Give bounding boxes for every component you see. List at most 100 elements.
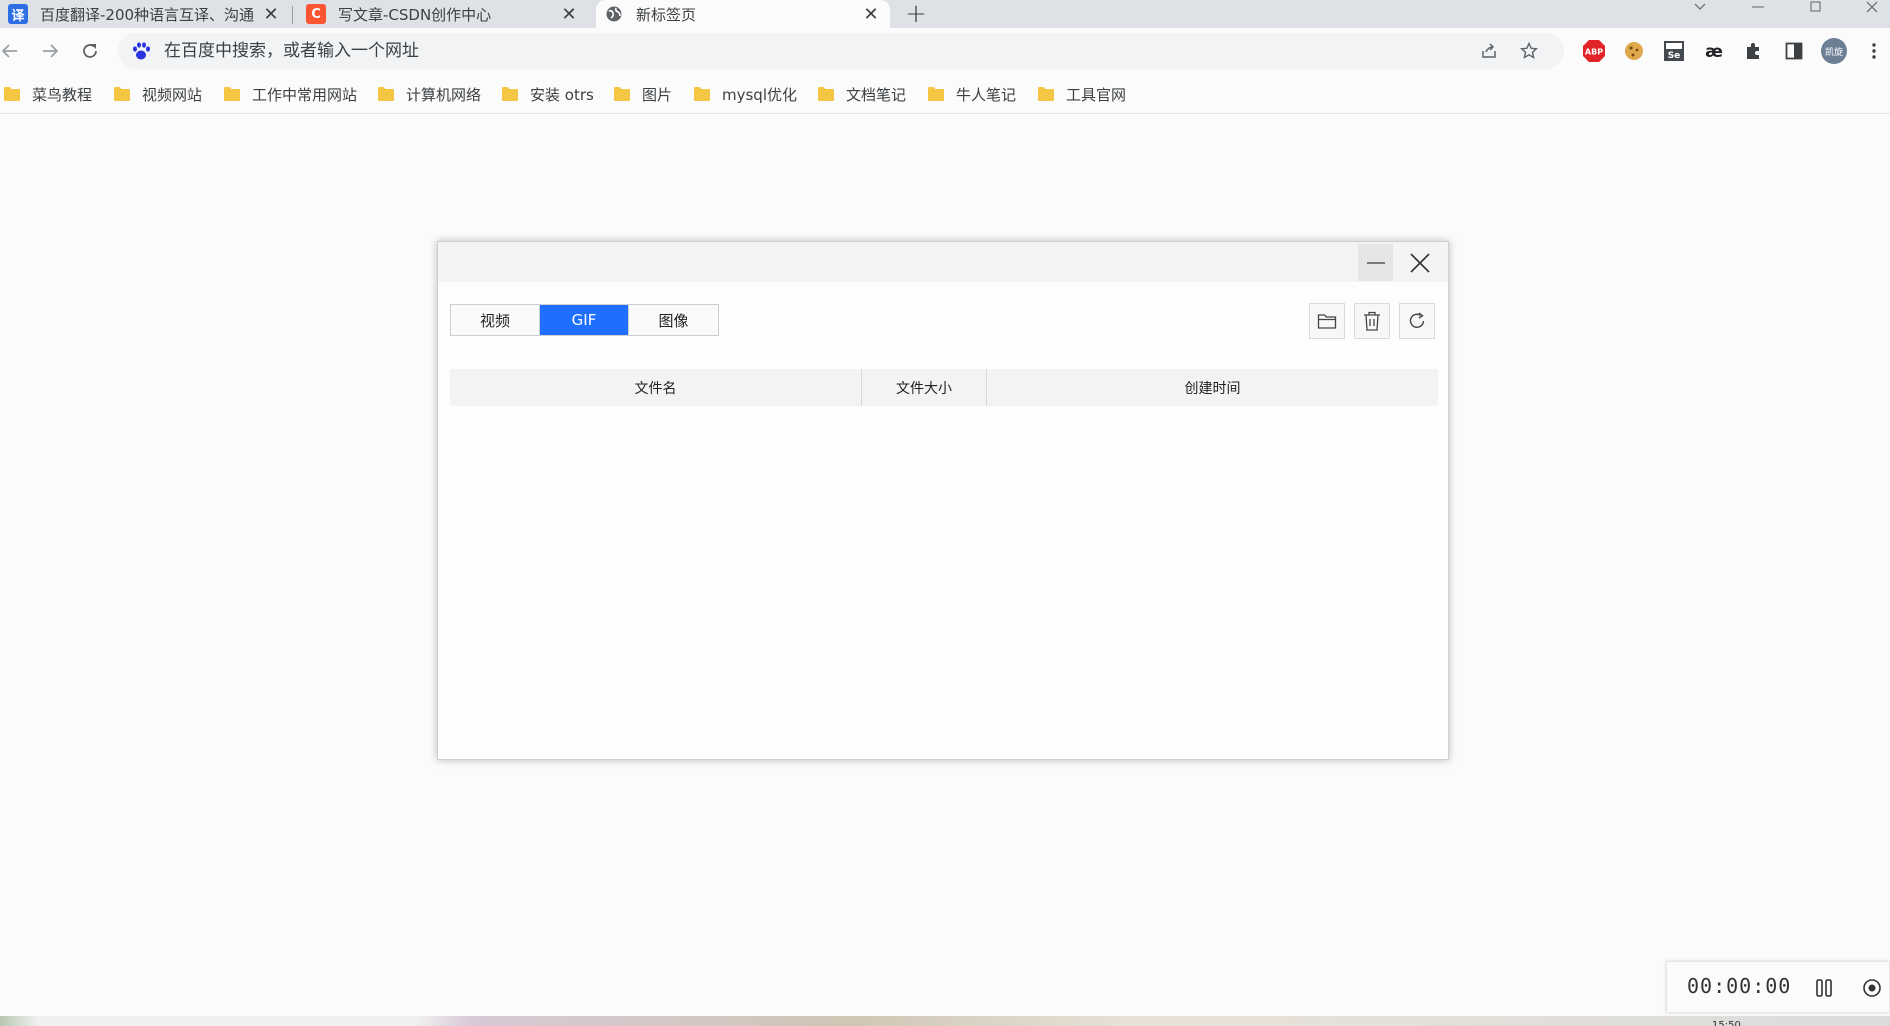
folder-icon: [928, 87, 944, 101]
close-icon[interactable]: ✕: [558, 3, 580, 25]
close-window-icon[interactable]: [1862, 0, 1882, 14]
bookmark-folder[interactable]: 视频网站: [114, 82, 202, 106]
bookmark-folder[interactable]: 工具官网: [1038, 82, 1126, 106]
bookmark-label: 牛人笔记: [956, 85, 1017, 104]
bookmark-label: 图片: [642, 85, 673, 104]
open-folder-button[interactable]: [1309, 303, 1345, 339]
tab-gif[interactable]: GIF: [540, 305, 629, 335]
column-header-filesize[interactable]: 文件大小: [862, 369, 987, 406]
delete-button[interactable]: [1354, 303, 1390, 339]
screen-recorder-widget: 00:00:00: [1666, 961, 1890, 1013]
bookmark-folder[interactable]: 菜鸟教程: [4, 82, 92, 106]
refresh-icon: [1409, 312, 1425, 328]
back-icon[interactable]: [0, 35, 26, 67]
record-stop-icon: [1863, 979, 1881, 997]
tab-new-tab[interactable]: 新标签页 ✕: [596, 0, 890, 28]
adblock-plus-icon[interactable]: ABP: [1580, 37, 1608, 65]
svg-text:Se: Se: [1668, 51, 1681, 61]
new-tab-button[interactable]: +: [902, 0, 930, 29]
folder-icon: [818, 87, 834, 101]
tab-search-icon[interactable]: [1690, 0, 1710, 14]
address-bar[interactable]: [118, 33, 1564, 69]
bookmark-folder[interactable]: 牛人笔记: [928, 82, 1016, 106]
bookmark-folder[interactable]: 文档笔记: [818, 82, 906, 106]
folder-icon: [694, 87, 710, 101]
tab-title: 百度翻译-200种语言互译、沟通: [40, 5, 255, 24]
globe-icon: [604, 4, 624, 24]
recording-timer: 00:00:00: [1687, 974, 1792, 998]
stop-recording-button[interactable]: [1859, 975, 1885, 1001]
bookmark-label: mysql优化: [722, 85, 797, 104]
baidu-paw-icon: [133, 42, 150, 60]
bookmark-label: 工作中常用网站: [252, 85, 358, 104]
tab-title: 写文章-CSDN创作中心: [338, 5, 492, 24]
bookmark-label: 计算机网络: [406, 85, 482, 104]
close-icon[interactable]: ✕: [260, 3, 282, 25]
bookmark-folder[interactable]: 计算机网络: [378, 82, 481, 106]
reload-icon[interactable]: [74, 35, 106, 67]
close-icon: [1409, 252, 1430, 273]
folder-icon: [4, 87, 20, 101]
minimize-icon: [1366, 261, 1385, 264]
file-table-body: [450, 406, 1438, 746]
menu-kebab-icon[interactable]: [1860, 37, 1888, 65]
selenium-icon[interactable]: Se: [1660, 37, 1688, 65]
folder-icon: [502, 87, 518, 101]
restore-window-icon[interactable]: [1806, 0, 1826, 14]
recording-files-dialog: 视频 GIF 图像 文件名 文件大小 创建时间: [437, 241, 1449, 760]
folder-icon: [614, 87, 630, 101]
tab-baidu-translate[interactable]: 译 百度翻译-200种语言互译、沟通 ✕: [0, 0, 290, 28]
trash-icon: [1364, 311, 1380, 331]
bookmark-label: 文档笔记: [846, 85, 907, 104]
svg-text:凯旋: 凯旋: [1825, 46, 1843, 58]
folder-icon: [1038, 87, 1054, 101]
file-table-header: 文件名 文件大小 创建时间: [450, 369, 1438, 406]
folder-icon: [378, 87, 394, 101]
dialog-titlebar[interactable]: [438, 242, 1448, 282]
dialog-close-button[interactable]: [1402, 244, 1437, 281]
tab-csdn[interactable]: C 写文章-CSDN创作中心 ✕: [298, 0, 588, 28]
bookmark-folder[interactable]: 图片: [614, 82, 672, 106]
tab-strip: 译 百度翻译-200种语言互译、沟通 ✕ C 写文章-CSDN创作中心 ✕ 新标…: [0, 0, 1890, 29]
tab-video[interactable]: 视频: [451, 305, 540, 335]
tab-image[interactable]: 图像: [629, 305, 718, 335]
share-icon[interactable]: [1474, 36, 1504, 66]
baidu-translate-favicon-icon: 译: [8, 4, 28, 24]
svg-text:ABP: ABP: [1585, 48, 1603, 57]
pause-icon: [1816, 979, 1832, 997]
column-header-filename[interactable]: 文件名: [450, 369, 862, 406]
tab-title: 新标签页: [636, 5, 697, 24]
bookmarks-bar: 菜鸟教程 视频网站 工作中常用网站 计算机网络 安装 otrs 图片 mysql…: [0, 74, 1890, 114]
bookmark-star-icon[interactable]: [1514, 36, 1544, 66]
bookmark-folder[interactable]: 安装 otrs: [502, 82, 594, 106]
bookmark-label: 安装 otrs: [530, 85, 594, 104]
tab-separator: [292, 6, 293, 24]
os-taskbar: [0, 1016, 1890, 1026]
media-type-tabs: 视频 GIF 图像: [450, 304, 719, 336]
search-input[interactable]: [162, 40, 1362, 62]
close-icon[interactable]: ✕: [860, 3, 882, 25]
dialog-minimize-button[interactable]: [1358, 244, 1393, 281]
svg-text:æ: æ: [1705, 42, 1723, 62]
csdn-favicon-icon: C: [306, 4, 326, 24]
pause-button[interactable]: [1811, 975, 1837, 1001]
side-panel-icon[interactable]: [1780, 37, 1808, 65]
bookmark-label: 工具官网: [1066, 85, 1127, 104]
taskbar-clock[interactable]: 15:50: [1712, 1016, 1741, 1026]
minimize-window-icon[interactable]: [1748, 0, 1768, 14]
bookmark-label: 视频网站: [142, 85, 203, 104]
ae-icon[interactable]: æ: [1700, 37, 1728, 65]
bookmark-label: 菜鸟教程: [32, 85, 93, 104]
folder-icon: [224, 87, 240, 101]
bookmark-folder[interactable]: mysql优化: [694, 82, 797, 106]
browser-toolbar: ABP Se æ 凯旋: [0, 28, 1890, 74]
extensions-puzzle-icon[interactable]: [1740, 37, 1768, 65]
folder-icon: [1317, 314, 1337, 329]
profile-avatar[interactable]: 凯旋: [1820, 37, 1848, 65]
bookmark-folder[interactable]: 工作中常用网站: [224, 82, 357, 106]
folder-icon: [114, 87, 130, 101]
forward-icon[interactable]: [34, 35, 66, 67]
cookie-icon[interactable]: [1620, 37, 1648, 65]
column-header-created-time[interactable]: 创建时间: [987, 369, 1438, 406]
refresh-button[interactable]: [1399, 303, 1435, 339]
